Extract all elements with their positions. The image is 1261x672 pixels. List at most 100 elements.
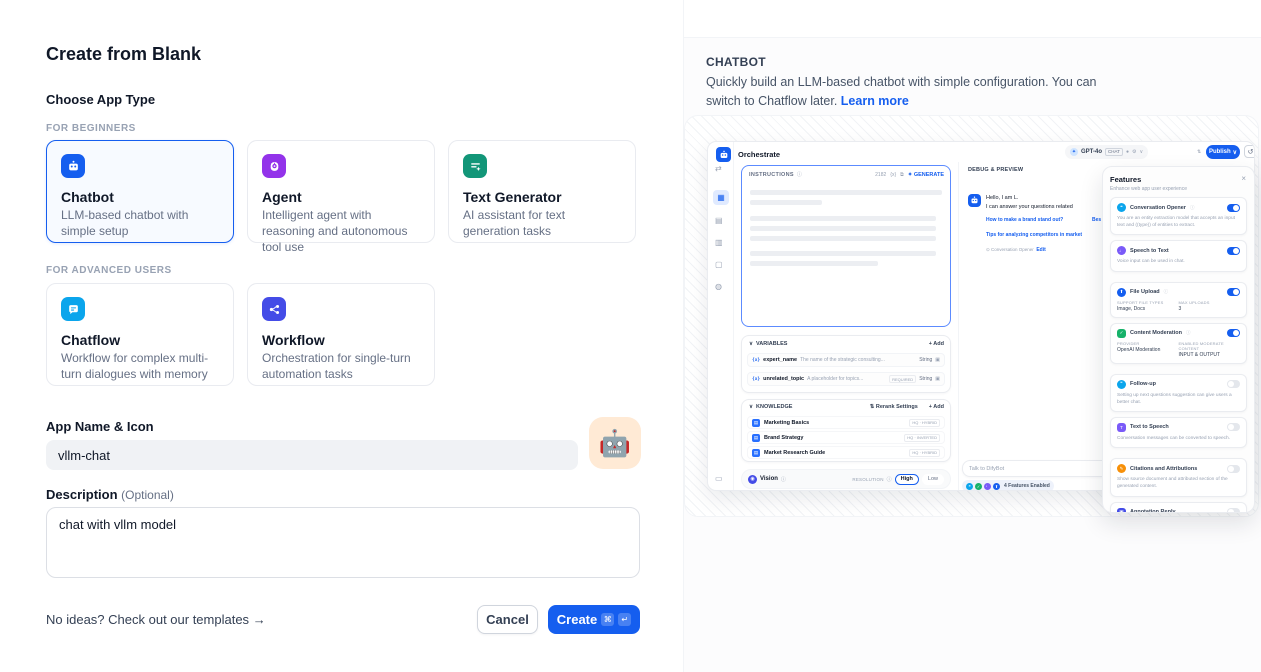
mini-app-title: Orchestrate bbox=[738, 150, 780, 159]
info-icon: ⓘ bbox=[887, 476, 892, 483]
info-icon: ⓘ bbox=[781, 476, 786, 483]
model-provider-icon: ✦ bbox=[1070, 148, 1078, 156]
retrieval-badge: HQ · INVERTED bbox=[904, 434, 940, 442]
for-advanced-users-label: FOR ADVANCED USERS bbox=[46, 265, 172, 276]
char-count: 2182 bbox=[875, 172, 886, 178]
app-type-card-text-generator[interactable]: Text Generator AI assistant for text gen… bbox=[448, 140, 636, 243]
knowledge-row: ▤ Market Research Guide HQ · HYBRID bbox=[747, 446, 945, 459]
for-beginners-label: FOR BEGINNERS bbox=[46, 123, 136, 134]
feature-item: ✓ Content Moderation ⓘ PROVIDEROpenAI Mo… bbox=[1110, 323, 1247, 364]
string-type-icon: ▣ bbox=[935, 357, 940, 363]
info-icon: ⓘ bbox=[1186, 330, 1191, 336]
edit-opener-link: Edit bbox=[1036, 247, 1045, 253]
variable-row: {x} unrelated_topic A placeholder for to… bbox=[747, 372, 945, 386]
app-type-card-chatbot[interactable]: Chatbot LLM-based chatbot with simple se… bbox=[46, 140, 234, 243]
opener-meta: ⊙ Conversation Opener Edit bbox=[986, 247, 1046, 253]
optional-label: (Optional) bbox=[121, 488, 174, 502]
info-icon: ⓘ bbox=[1164, 289, 1169, 295]
preview-description: Quickly build an LLM-based chatbot with … bbox=[706, 73, 1106, 112]
follow-up-icon: ❞ bbox=[1117, 380, 1126, 389]
model-selector: ✦ GPT-4o CHAT ● ⚙ ∨ bbox=[1065, 145, 1148, 159]
learn-more-link[interactable]: Learn more bbox=[841, 94, 909, 108]
app-type-card-agent[interactable]: Agent Intelligent agent with reasoning a… bbox=[247, 140, 435, 243]
opener-feature-icon: ❝ bbox=[966, 483, 973, 490]
page-title: Create from Blank bbox=[46, 44, 201, 65]
model-name: GPT-4o bbox=[1081, 149, 1102, 155]
sliders-icon: ⇅ bbox=[1197, 149, 1201, 155]
suggested-question: Bes bbox=[1092, 217, 1101, 223]
app-type-title: Chatflow bbox=[61, 332, 219, 348]
moderation-feature-icon: ✓ bbox=[975, 483, 982, 490]
add-knowledge-button: + Add bbox=[929, 404, 944, 410]
app-type-desc: Orchestration for single-turn automation… bbox=[262, 351, 420, 383]
upload-feature-icon: ⬆ bbox=[993, 483, 1000, 490]
create-from-blank-panel: Create from Blank Choose App Type FOR BE… bbox=[0, 0, 683, 672]
app-name-input[interactable] bbox=[46, 440, 578, 470]
bot-avatar bbox=[968, 194, 981, 207]
knowledge-panel: ∨ KNOWLEDGE ⇅ Rerank Settings + Add ▤ Ma… bbox=[741, 399, 951, 462]
create-button[interactable]: Create ⌘ ↵ bbox=[548, 605, 640, 634]
knowledge-doc-icon: ▤ bbox=[752, 419, 760, 427]
instructions-label: INSTRUCTIONS bbox=[749, 172, 794, 178]
description-label: Description (Optional) bbox=[46, 487, 174, 502]
file-upload-icon: ⬆ bbox=[1117, 288, 1126, 297]
chevron-down-icon: ∨ bbox=[1233, 149, 1237, 156]
suggested-question: Tips for analyzing competitors in market bbox=[986, 232, 1082, 238]
orchestrate-nav-icon: ▦ bbox=[713, 190, 729, 205]
app-type-desc: LLM-based chatbot with simple setup bbox=[61, 208, 219, 240]
resolution-low-pill: Low bbox=[922, 474, 944, 485]
history-icon: ↺ bbox=[1244, 145, 1255, 158]
feature-item: ⬆ File Upload ⓘ SUPPORT FILE TYPESImage,… bbox=[1110, 282, 1247, 318]
citations-icon: ✎ bbox=[1117, 464, 1126, 473]
advanced-type-row: Chatflow Workflow for complex multi-turn… bbox=[46, 283, 435, 386]
cancel-button[interactable]: Cancel bbox=[477, 605, 538, 634]
description-textarea[interactable]: chat with vllm model bbox=[46, 507, 640, 578]
app-type-desc: AI assistant for text generation tasks bbox=[463, 208, 621, 240]
features-enabled-bar: ❝ ✓ ♩ ⬆ 4 Features Enabled bbox=[962, 480, 1054, 491]
top-strip bbox=[684, 0, 1261, 38]
retrieval-badge: HQ · HYBRID bbox=[909, 419, 940, 427]
enter-key-icon: ↵ bbox=[618, 613, 631, 626]
close-icon: × bbox=[1241, 174, 1246, 183]
preview-panel: CHATBOT Quickly build an LLM-based chatb… bbox=[683, 0, 1261, 672]
arrow-right-icon: → bbox=[253, 612, 266, 627]
settings-icon: ⚙ bbox=[1132, 149, 1136, 155]
text-generator-icon bbox=[463, 154, 487, 178]
vision-row: ◉ Vision ⓘ RESOLUTION ⓘ High Low bbox=[741, 469, 951, 489]
knowledge-row: ▤ Brand Strategy HQ · INVERTED bbox=[747, 431, 945, 444]
app-type-title: Agent bbox=[262, 189, 420, 205]
app-type-desc: Workflow for complex multi-turn dialogue… bbox=[61, 351, 219, 383]
app-type-card-workflow[interactable]: Workflow Orchestration for single-turn a… bbox=[247, 283, 435, 386]
rerank-settings-button: ⇅ Rerank Settings bbox=[870, 404, 918, 410]
app-icon-picker-button[interactable]: 🤖 bbox=[589, 417, 641, 469]
feature-toggle bbox=[1227, 204, 1240, 212]
vision-icon: ◉ bbox=[748, 475, 757, 484]
image-nav-icon: ▤ bbox=[715, 216, 723, 225]
app-type-title: Chatbot bbox=[61, 189, 219, 205]
knowledge-doc-icon: ▤ bbox=[752, 449, 760, 457]
create-app-dialog: Create from Blank Choose App Type FOR BE… bbox=[0, 0, 1261, 672]
retrieval-badge: HQ · HYBRID bbox=[909, 449, 940, 457]
chat-input: Talk to DifyBot bbox=[962, 460, 1124, 477]
chatbot-icon bbox=[61, 154, 85, 178]
workflow-icon bbox=[262, 297, 286, 321]
knowledge-doc-icon: ▤ bbox=[752, 434, 760, 442]
templates-link[interactable]: No ideas? Check out our templates → bbox=[46, 612, 266, 627]
feature-item: ▣ Annotation Reply bbox=[1110, 502, 1247, 514]
feature-item: ❝ Conversation Opener ⓘ You are an entit… bbox=[1110, 197, 1247, 235]
app-type-desc: Intelligent agent with reasoning and aut… bbox=[262, 208, 420, 256]
skeleton-line bbox=[750, 236, 936, 241]
resolution-high-pill: High bbox=[895, 474, 919, 485]
chevron-down-icon: ∨ bbox=[749, 404, 753, 410]
mini-sidebar: ⇄ ▦ ▤ ▥ ▢ ◍ ▭ bbox=[708, 142, 734, 491]
app-type-card-chatflow[interactable]: Chatflow Workflow for complex multi-turn… bbox=[46, 283, 234, 386]
app-type-title: Workflow bbox=[262, 332, 420, 348]
annotation-reply-icon: ▣ bbox=[1117, 508, 1126, 514]
choose-app-type-label: Choose App Type bbox=[46, 92, 155, 107]
publish-button: Publish ∨ bbox=[1206, 145, 1240, 159]
mic-icon: ● bbox=[1126, 149, 1129, 155]
conversation-opener-icon: ❝ bbox=[1117, 203, 1126, 212]
feature-item: ✎ Citations and Attributions Show source… bbox=[1110, 458, 1247, 496]
globe-nav-icon: ◍ bbox=[715, 282, 722, 291]
doc-nav-icon: ▥ bbox=[715, 238, 723, 247]
